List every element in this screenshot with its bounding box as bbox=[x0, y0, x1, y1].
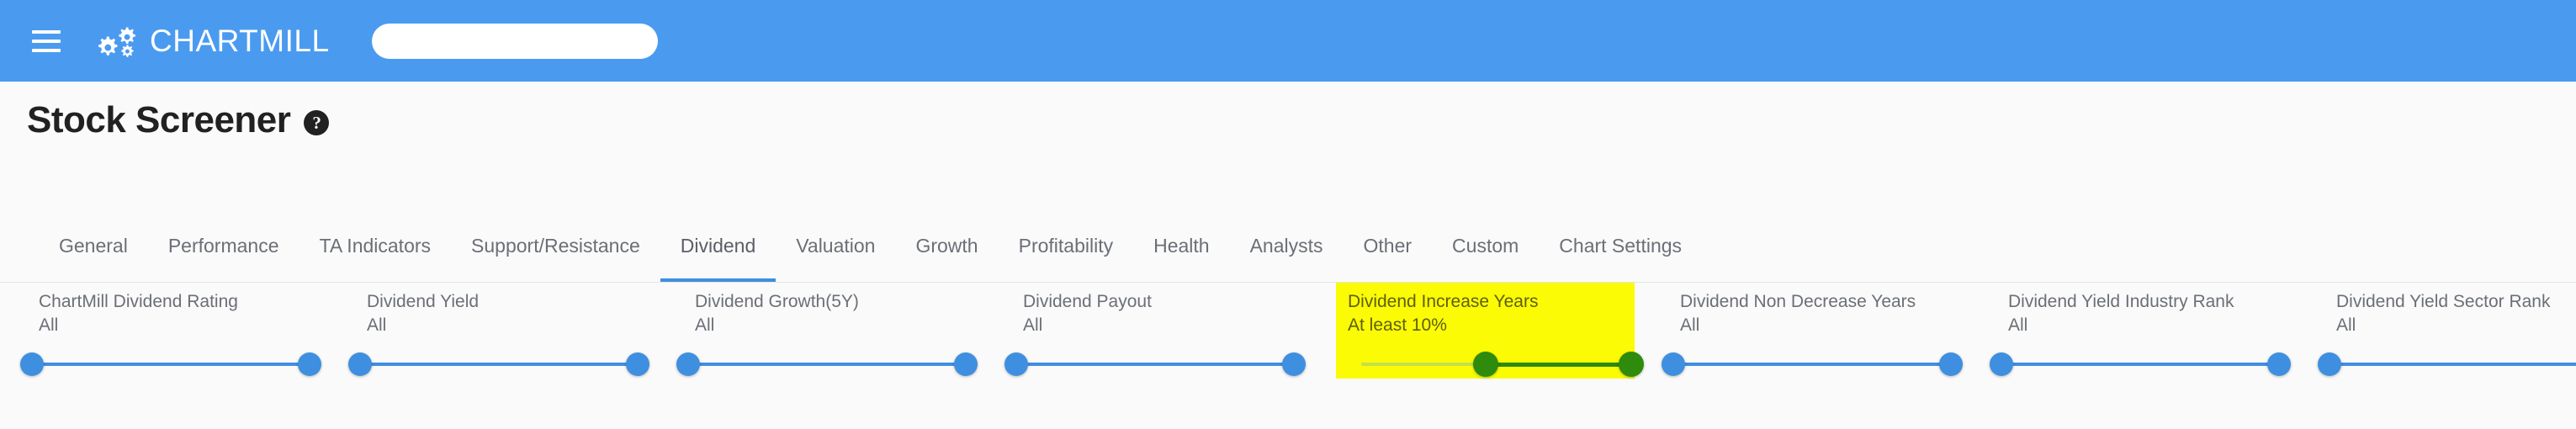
slider-handle-max[interactable] bbox=[1619, 352, 1644, 377]
tab-valuation[interactable]: Valuation bbox=[776, 210, 895, 282]
slider-track[interactable] bbox=[2330, 363, 2576, 366]
page-title: Stock Screener ? bbox=[27, 99, 330, 141]
hamburger-line bbox=[32, 29, 61, 34]
filter-value: All bbox=[1680, 315, 1700, 335]
tab-support-resistance[interactable]: Support/Resistance bbox=[451, 210, 660, 282]
slider-handle-max[interactable] bbox=[626, 352, 649, 376]
slider-handle-max[interactable] bbox=[954, 352, 978, 376]
filter-value: All bbox=[2008, 315, 2028, 335]
slider-handle-min[interactable] bbox=[1662, 352, 1685, 376]
tab-health[interactable]: Health bbox=[1133, 210, 1229, 282]
hamburger-line bbox=[32, 39, 61, 43]
filter-dividend-yield-industry-rank[interactable]: Dividend Yield Industry Rank All bbox=[1976, 283, 2304, 384]
tab-analysts[interactable]: Analysts bbox=[1230, 210, 1344, 282]
tab-label: Health bbox=[1153, 235, 1210, 257]
dividend-filter-row: ChartMill Dividend Rating All Dividend Yie… bbox=[0, 283, 2576, 429]
slider-handle-min[interactable] bbox=[20, 352, 44, 376]
filter-label: Dividend Yield Sector Rank bbox=[2336, 292, 2551, 311]
tab-label: General bbox=[59, 235, 128, 257]
brand-name: CHARTMILL bbox=[150, 23, 330, 58]
tab-label: Performance bbox=[167, 235, 279, 257]
tab-label: Growth bbox=[915, 235, 978, 257]
tab-label: Custom bbox=[1452, 235, 1519, 257]
filter-label: Dividend Yield Industry Rank bbox=[2008, 292, 2234, 311]
filter-dividend-yield[interactable]: Dividend Yield All bbox=[335, 283, 663, 384]
filter-chartmill-dividend-rating[interactable]: ChartMill Dividend Rating All bbox=[7, 283, 335, 384]
slider-selected-range bbox=[1485, 363, 1630, 367]
filter-value: All bbox=[695, 315, 715, 335]
filter-label: Dividend Increase Years bbox=[1348, 292, 1539, 311]
tab-label: Valuation bbox=[796, 235, 876, 257]
filter-value: All bbox=[39, 315, 59, 335]
filter-dividend-yield-sector-rank[interactable]: Dividend Yield Sector Rank All bbox=[2304, 283, 2576, 384]
tab-profitability[interactable]: Profitability bbox=[999, 210, 1133, 282]
hamburger-menu-icon[interactable] bbox=[32, 29, 61, 52]
brand-logo[interactable]: CHARTMILL bbox=[96, 23, 330, 60]
page-title-row: Stock Screener ? bbox=[0, 82, 2576, 159]
tab-other[interactable]: Other bbox=[1344, 210, 1433, 282]
search-container bbox=[371, 23, 658, 59]
tab-ta-indicators[interactable]: TA Indicators bbox=[299, 210, 452, 282]
slider-handle-max[interactable] bbox=[2267, 352, 2291, 376]
slider-track[interactable] bbox=[360, 363, 638, 366]
slider-track[interactable] bbox=[1673, 363, 1951, 366]
page-title-text: Stock Screener bbox=[27, 99, 291, 140]
filter-label: Dividend Yield bbox=[367, 292, 480, 311]
hamburger-line bbox=[32, 48, 61, 52]
slider-handle-min[interactable] bbox=[1990, 352, 2013, 376]
tab-label: Other bbox=[1363, 235, 1413, 257]
filter-range-slider[interactable] bbox=[676, 349, 978, 379]
filter-dividend-non-decrease-years[interactable]: Dividend Non Decrease Years All bbox=[1648, 283, 1976, 384]
tab-custom[interactable]: Custom bbox=[1432, 210, 1539, 282]
slider-handle-min[interactable] bbox=[2318, 352, 2341, 376]
slider-handle-max[interactable] bbox=[1939, 352, 1963, 376]
tab-label: Support/Resistance bbox=[471, 235, 640, 257]
slider-handle-max[interactable] bbox=[298, 352, 321, 376]
filter-range-slider[interactable] bbox=[2318, 349, 2576, 379]
slider-handle-max[interactable] bbox=[1282, 352, 1306, 376]
tab-general[interactable]: General bbox=[39, 210, 148, 282]
slider-track[interactable] bbox=[688, 363, 966, 366]
help-icon[interactable]: ? bbox=[304, 110, 330, 135]
tab-label: Dividend bbox=[680, 235, 756, 257]
filter-range-slider[interactable] bbox=[1662, 349, 1963, 379]
filter-range-slider[interactable] bbox=[20, 349, 321, 379]
tab-growth[interactable]: Growth bbox=[895, 210, 998, 282]
slider-track[interactable] bbox=[32, 363, 310, 366]
tab-label: Chart Settings bbox=[1559, 235, 1683, 257]
slider-track[interactable] bbox=[1016, 363, 1294, 366]
slider-handle-min[interactable] bbox=[1004, 352, 1028, 376]
filter-value: At least 10% bbox=[1348, 315, 1447, 335]
filter-dividend-growth-5y[interactable]: Dividend Growth(5Y) All bbox=[663, 283, 991, 384]
tab-dividend[interactable]: Dividend bbox=[660, 210, 777, 282]
filter-value: All bbox=[1023, 315, 1043, 335]
search-input[interactable] bbox=[371, 23, 658, 59]
filter-label: Dividend Non Decrease Years bbox=[1680, 292, 1916, 311]
filter-label: Dividend Payout bbox=[1023, 292, 1152, 311]
filter-range-slider[interactable] bbox=[348, 349, 649, 379]
tab-label: Analysts bbox=[1249, 235, 1323, 257]
gears-logo-icon bbox=[98, 27, 135, 57]
slider-track[interactable] bbox=[2001, 363, 2279, 366]
slider-handle-min[interactable] bbox=[1473, 352, 1499, 377]
filter-label: ChartMill Dividend Rating bbox=[39, 292, 238, 311]
tab-performance[interactable]: Performance bbox=[148, 210, 299, 282]
screener-tab-bar: General Performance TA Indicators Support/R… bbox=[0, 210, 2576, 283]
slider-handle-min[interactable] bbox=[348, 352, 372, 376]
tab-label: Profitability bbox=[1018, 235, 1114, 257]
filter-value: All bbox=[2336, 315, 2356, 335]
filter-range-slider[interactable] bbox=[1004, 349, 1306, 379]
app-header-bar: CHARTMILL bbox=[0, 0, 2576, 82]
tab-label: TA Indicators bbox=[319, 235, 432, 257]
tab-chart-settings[interactable]: Chart Settings bbox=[1539, 210, 1702, 282]
filter-dividend-payout[interactable]: Dividend Payout All bbox=[991, 283, 1319, 384]
filter-range-slider[interactable] bbox=[1361, 349, 1644, 379]
filter-value: All bbox=[367, 315, 387, 335]
filter-range-slider[interactable] bbox=[1990, 349, 2291, 379]
slider-handle-min[interactable] bbox=[676, 352, 700, 376]
filter-label: Dividend Growth(5Y) bbox=[695, 292, 859, 311]
filter-dividend-increase-years[interactable]: Dividend Increase Years At least 10% bbox=[1336, 283, 1644, 379]
